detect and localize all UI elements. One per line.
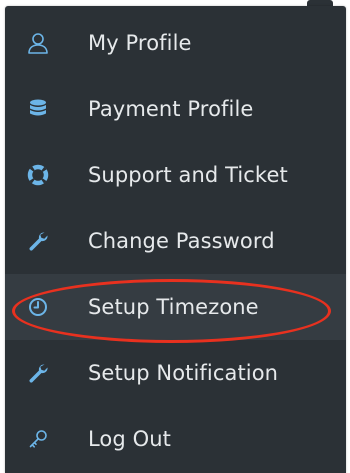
menu-item-my-profile[interactable]: My Profile	[5, 10, 346, 76]
key-icon	[27, 428, 49, 450]
menu-item-log-out[interactable]: Log Out	[5, 406, 346, 472]
menu-item-payment-profile[interactable]: Payment Profile	[5, 76, 346, 142]
account-dropdown-screenshot: My Profile Payment Profile Support and T…	[0, 0, 350, 473]
menu-item-label: Payment Profile	[88, 97, 254, 121]
menu-item-setup-notification[interactable]: Setup Notification	[5, 340, 346, 406]
menu-item-setup-timezone[interactable]: Setup Timezone	[5, 274, 346, 340]
menu-item-label: My Profile	[88, 31, 192, 55]
menu-item-label: Support and Ticket	[88, 163, 288, 187]
database-icon	[27, 98, 49, 120]
menu-item-support-ticket[interactable]: Support and Ticket	[5, 142, 346, 208]
menu-item-label: Setup Notification	[88, 361, 279, 385]
account-dropdown-menu: My Profile Payment Profile Support and T…	[5, 6, 346, 473]
user-icon	[27, 32, 49, 54]
menu-item-label: Log Out	[88, 427, 171, 451]
menu-item-change-password[interactable]: Change Password	[5, 208, 346, 274]
wrench-icon	[27, 362, 49, 384]
wrench-icon	[27, 230, 49, 252]
menu-item-label: Change Password	[88, 229, 275, 253]
clock-icon	[27, 296, 49, 318]
menu-item-label: Setup Timezone	[88, 295, 259, 319]
life-ring-icon	[27, 164, 49, 186]
